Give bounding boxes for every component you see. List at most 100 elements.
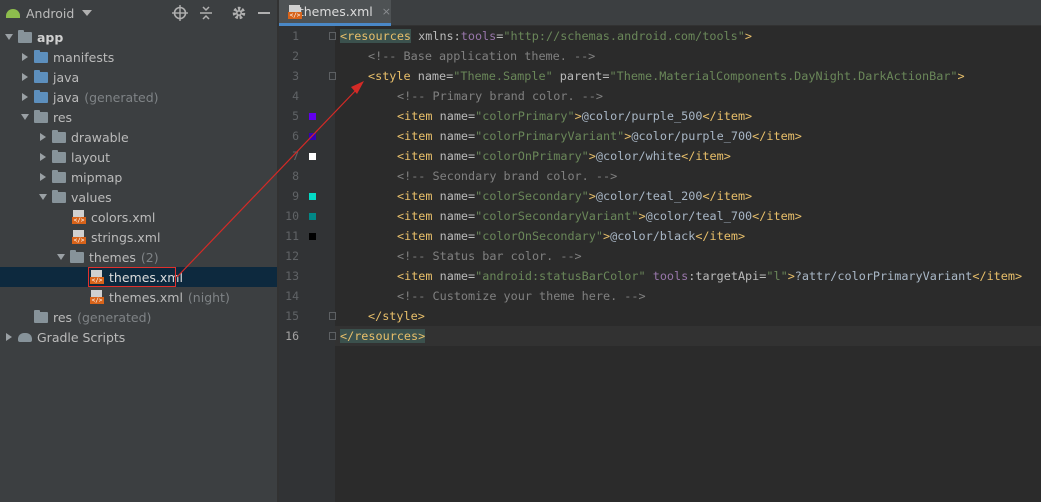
folder-icon	[52, 149, 66, 163]
tree-label: java	[53, 89, 80, 105]
tree-label: res	[53, 309, 73, 325]
code-line-15: </style>	[368, 309, 425, 323]
chevron-right-icon	[4, 332, 14, 342]
chevron-right-icon	[38, 132, 48, 142]
tree-item-gradle-scripts[interactable]: Gradle Scripts	[0, 327, 281, 347]
code-line-5: <item name="colorPrimary">@color/purple_…	[397, 109, 753, 123]
gradle-icon	[18, 332, 32, 342]
gear-icon	[232, 6, 246, 20]
tree-label: app	[37, 29, 64, 45]
resource-folder-icon	[34, 109, 48, 123]
tree-sublabel: (night)	[187, 289, 230, 305]
folder-icon	[70, 249, 84, 263]
color-swatch-teal-700[interactable]	[309, 213, 316, 220]
close-icon[interactable]: ×	[382, 5, 391, 18]
code-line-9: <item name="colorSecondary">@color/teal_…	[397, 189, 753, 203]
tree-label: themes	[89, 249, 136, 265]
fold-marker-icon[interactable]	[329, 332, 336, 340]
line-number: 16	[285, 329, 299, 343]
dropdown-arrow-icon	[82, 10, 93, 16]
collapse-all-button[interactable]	[198, 3, 214, 23]
code-line-16: </resources>	[340, 329, 426, 343]
chevron-right-icon	[38, 152, 48, 162]
tree-item-manifests[interactable]: manifests	[0, 47, 297, 67]
annotation-box	[88, 267, 176, 287]
folder-icon	[34, 69, 48, 83]
fold-marker-icon[interactable]	[329, 32, 336, 40]
code-line-2: <!-- Base application theme. -->	[368, 49, 596, 63]
hide-panel-button[interactable]	[258, 3, 270, 23]
code-line-8: <!-- Secondary brand color. -->	[397, 169, 618, 183]
editor-tab-bar: </> themes.xml ×	[279, 0, 1041, 26]
locate-file-button[interactable]	[172, 3, 188, 23]
tree-label: manifests	[53, 49, 115, 65]
minimize-icon	[258, 12, 270, 14]
code-line-3: <style name="Theme.Sample" parent="Theme…	[368, 69, 965, 83]
tree-label: layout	[71, 149, 111, 165]
line-number: 14	[285, 289, 299, 303]
view-mode-label: Android	[26, 5, 75, 21]
tree-item-java-generated[interactable]: java (generated)	[0, 87, 297, 107]
tree-sublabel: (generated)	[77, 309, 152, 325]
line-number: 13	[285, 269, 299, 283]
code-line-10: <item name="colorSecondaryVariant">@colo…	[397, 209, 802, 223]
folder-icon	[52, 129, 66, 143]
folder-icon	[52, 169, 66, 183]
code-line-13: <item name="android:statusBarColor" tool…	[397, 269, 1023, 283]
tab-themes-xml[interactable]: </> themes.xml ×	[279, 0, 391, 26]
collapse-all-icon	[200, 6, 212, 20]
chevron-right-icon	[20, 92, 30, 102]
chevron-right-icon	[38, 172, 48, 182]
color-swatch-white[interactable]	[309, 153, 316, 160]
settings-button[interactable]	[231, 3, 247, 23]
line-number: 2	[292, 49, 299, 63]
color-swatch-black[interactable]	[309, 233, 316, 240]
color-swatch-teal-200[interactable]	[309, 193, 316, 200]
code-line-7: <item name="colorOnPrimary">@color/white…	[397, 149, 731, 163]
tree-item-app[interactable]: app	[0, 27, 281, 47]
line-number: 4	[292, 89, 299, 103]
fold-marker-icon[interactable]	[329, 72, 336, 80]
module-folder-icon	[18, 29, 32, 43]
line-number: 3	[292, 69, 299, 83]
tree-label: themes.xml	[109, 289, 183, 305]
tree-label: colors.xml	[91, 209, 156, 225]
code-line-14: <!-- Customize your theme here. -->	[397, 289, 646, 303]
line-number: 6	[292, 129, 299, 143]
chevron-down-icon	[56, 252, 66, 262]
tab-label: themes.xml	[298, 4, 373, 19]
line-number: 5	[292, 109, 299, 123]
tree-label: java	[53, 69, 80, 85]
code-line-4: <!-- Primary brand color. -->	[397, 89, 603, 103]
xml-file-icon: </>	[90, 290, 104, 304]
tree-item-res[interactable]: res	[0, 107, 297, 127]
tree-item-mipmap[interactable]: mipmap	[0, 167, 315, 187]
line-number: 9	[292, 189, 299, 203]
crosshair-icon	[172, 5, 188, 21]
line-number: 7	[292, 149, 299, 163]
current-line-highlight	[335, 326, 1041, 346]
tree-item-values[interactable]: values	[0, 187, 315, 207]
line-number: 15	[285, 309, 299, 323]
tree-label: strings.xml	[91, 229, 161, 245]
view-mode-selector[interactable]: Android	[6, 3, 93, 23]
tree-label: values	[71, 189, 112, 205]
fold-marker-icon[interactable]	[329, 312, 336, 320]
tree-item-res-generated[interactable]: res (generated)	[0, 307, 311, 327]
tree-label: mipmap	[71, 169, 123, 185]
generated-folder-icon	[34, 89, 48, 103]
tree-item-java[interactable]: java	[0, 67, 297, 87]
chevron-down-icon	[38, 192, 48, 202]
chevron-right-icon	[20, 52, 30, 62]
color-swatch-purple-700[interactable]	[309, 133, 316, 140]
chevron-down-icon	[4, 32, 14, 42]
chevron-right-icon	[20, 72, 30, 82]
tree-item-layout[interactable]: layout	[0, 147, 315, 167]
project-toolbar: Android	[0, 0, 277, 26]
generated-folder-icon	[34, 309, 48, 323]
color-swatch-purple-500[interactable]	[309, 113, 316, 120]
project-panel: Android app manifests java java (generat…	[0, 0, 367, 502]
line-number: 12	[285, 249, 299, 263]
tree-item-drawable[interactable]: drawable	[0, 127, 315, 147]
tree-label: Gradle Scripts	[37, 329, 126, 345]
